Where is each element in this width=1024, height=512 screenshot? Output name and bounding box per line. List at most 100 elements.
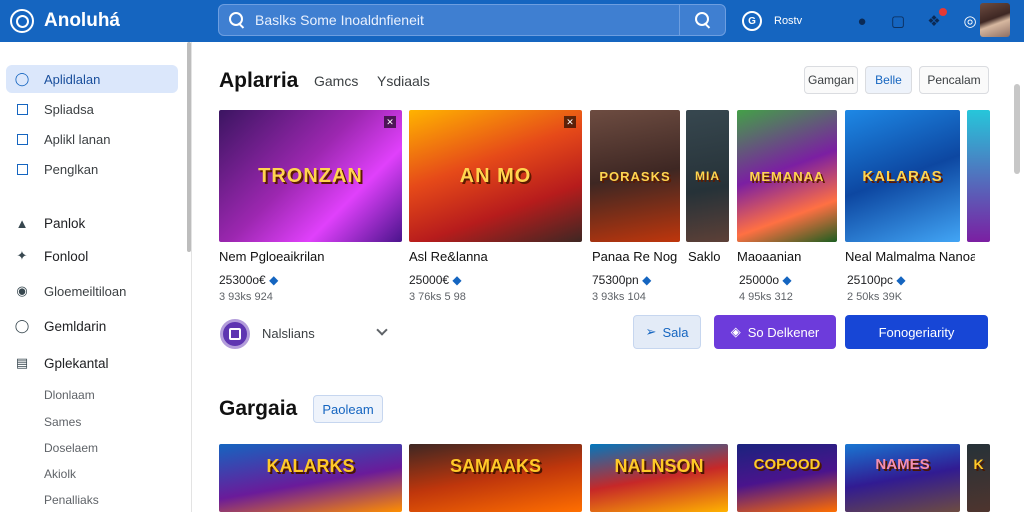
sidebar-subitem[interactable]: Dlonlaam (44, 388, 95, 402)
primary-action-button[interactable]: Fonogeriarity (845, 315, 988, 349)
game-art: NALNSON (590, 444, 728, 512)
game-card-image-partial[interactable] (967, 110, 990, 242)
app-name: Anoluhá (44, 10, 120, 31)
game-title[interactable]: Neal Malmalma Nanoar (845, 249, 975, 264)
chart-icon: ▤ (15, 355, 29, 370)
game-card-image-partial[interactable]: K (967, 444, 990, 512)
search-button[interactable] (679, 5, 725, 35)
sidebar-scrollbar[interactable] (187, 42, 191, 252)
game-price: 25000€ ◆ (409, 273, 462, 287)
tab-videos[interactable]: Ysdiaals (377, 73, 430, 89)
book-icon (14, 133, 30, 145)
sidebar-item-label: Aplidlalan (44, 71, 101, 87)
sidebar-item-label: Gemldarin (44, 318, 107, 334)
section-pill-button[interactable]: Paoleam (313, 395, 383, 423)
game-card-image[interactable]: MEMANAA (737, 110, 837, 242)
game-card-image[interactable]: NAMES (845, 444, 960, 512)
game-price: 25300o€ ◆ (219, 273, 279, 287)
game-card-image[interactable]: KALARAS (845, 110, 960, 242)
sale-button-label: Sala (662, 324, 689, 340)
game-card-image[interactable]: PORASKS (590, 110, 680, 242)
film-icon (14, 163, 30, 175)
sidebar-item-label: Gplekantal (44, 355, 109, 371)
game-art: COPOOD (737, 444, 837, 512)
settings-icon[interactable]: ◎ (960, 11, 980, 31)
account-switch-icon[interactable]: G (742, 11, 762, 31)
search-submit-icon (694, 12, 711, 28)
sidebar-item-label: Panlok (44, 215, 86, 231)
game-card-image[interactable]: AN MO ✕ (409, 110, 582, 242)
puzzle-icon: ✦ (16, 248, 28, 263)
sidebar-item-gplekantal[interactable]: ▤ Gplekantal (6, 349, 178, 377)
sidebar: ◯ Aplidlalan Spliadsa Aplikl lanan Pengl… (0, 42, 192, 512)
game-art: PORASKS (590, 110, 680, 242)
game-art: KALARAS (845, 110, 960, 242)
diamond-icon: ◆ (269, 273, 279, 287)
game-card-image[interactable]: TRONZAN ✕ (219, 110, 402, 242)
sidebar-subitem[interactable]: Doselaem (44, 441, 98, 455)
game-art: TRONZAN (219, 110, 402, 242)
game-card-image[interactable]: KALARKS (219, 444, 402, 512)
notification-badge (939, 8, 947, 16)
sidebar-item-label: Aplikl lanan (44, 131, 111, 147)
filter-button[interactable]: Pencalam (919, 66, 989, 94)
game-price: 75300pn ◆ (592, 273, 652, 287)
user-avatar[interactable] (980, 3, 1010, 37)
game-title[interactable]: Maoaanian (737, 249, 837, 264)
game-art: MEMANAA (737, 110, 837, 242)
sale-button[interactable]: ➢ Sala (633, 315, 701, 349)
tab-games[interactable]: Gamcs (314, 73, 358, 89)
filter-app-icon[interactable] (220, 319, 250, 349)
game-title[interactable]: Saklo (688, 249, 730, 264)
sidebar-item-aplidlalan[interactable]: ◯ Aplidlalan (6, 65, 178, 93)
filter-button[interactable]: Gamgan (804, 66, 858, 94)
game-title[interactable]: Nem Pgloeaikrilan (219, 249, 399, 264)
inbox-icon[interactable]: ▢ (888, 11, 908, 31)
search-input[interactable]: Baslks Some Inoaldnfieneit (255, 12, 679, 28)
lightbulb-icon[interactable]: ● (852, 11, 872, 31)
filter-dropdown-label[interactable]: Nalslians (262, 326, 315, 341)
sidebar-item-label: Spliadsa (44, 101, 94, 117)
sidebar-subitem[interactable]: Sames (44, 415, 81, 429)
game-meta: 3 93ks 104 (592, 291, 646, 303)
home-icon: ▲ (15, 215, 29, 231)
sidebar-item-aplikl-lanan[interactable]: Aplikl lanan (6, 125, 178, 153)
gift-icon[interactable]: ❖ (924, 8, 947, 31)
sidebar-subitem[interactable]: Akiolk (44, 467, 76, 481)
bookmark-icon[interactable]: ✕ (384, 116, 396, 128)
sidebar-item-fonlool[interactable]: ✦ Fonlool (6, 242, 178, 270)
deals-button[interactable]: ◈ So Delkener (714, 315, 836, 349)
sidebar-item-gemldarin[interactable]: ◯ Gemldarin (6, 312, 178, 340)
bookmark-icon[interactable]: ✕ (564, 116, 576, 128)
game-meta: 2 50ks 39K (847, 291, 903, 303)
account-label[interactable]: Rostv (774, 15, 844, 27)
top-actions: G Rostv ● ▢ ❖ ◎ (742, 0, 988, 42)
sidebar-item-gloemeiltiloan[interactable]: ◉ Gloemeiltiloan (6, 277, 178, 305)
game-meta: 4 95ks 312 (739, 291, 793, 303)
game-card-image[interactable]: NALNSON (590, 444, 728, 512)
game-art: SAMAAKS (409, 444, 582, 512)
sidebar-item-panlok[interactable]: ▲ Panlok (6, 209, 178, 237)
sidebar-item-spliadsa[interactable]: Spliadsa (6, 95, 178, 123)
section-title: Aplarria (219, 69, 299, 92)
game-title[interactable]: Panaa Re Nog (592, 249, 682, 264)
deals-button-label: So Delkener (747, 324, 820, 340)
diamond-icon: ◆ (642, 273, 652, 287)
chevron-down-icon[interactable] (376, 324, 388, 336)
search-icon (229, 12, 245, 28)
game-art: K (967, 444, 990, 512)
search-box[interactable]: Baslks Some Inoaldnfieneit (218, 4, 726, 36)
game-art: KALARKS (219, 444, 402, 512)
main-scrollbar[interactable] (1014, 84, 1020, 174)
sidebar-item-penglkan[interactable]: Penglkan (6, 155, 178, 183)
game-card-image[interactable]: MIA (686, 110, 729, 242)
logo-icon (10, 9, 34, 33)
app-logo[interactable]: Anoluhá (10, 9, 210, 33)
sidebar-subitem[interactable]: Penalliaks (44, 493, 99, 507)
apps-icon: ◯ (14, 71, 30, 86)
filter-button-selected[interactable]: Belle (865, 66, 912, 94)
game-title[interactable]: Asl Re&lanna (409, 249, 579, 264)
game-card-image[interactable]: SAMAAKS (409, 444, 582, 512)
game-price: 25000o ◆ (739, 273, 792, 287)
game-card-image[interactable]: COPOOD (737, 444, 837, 512)
